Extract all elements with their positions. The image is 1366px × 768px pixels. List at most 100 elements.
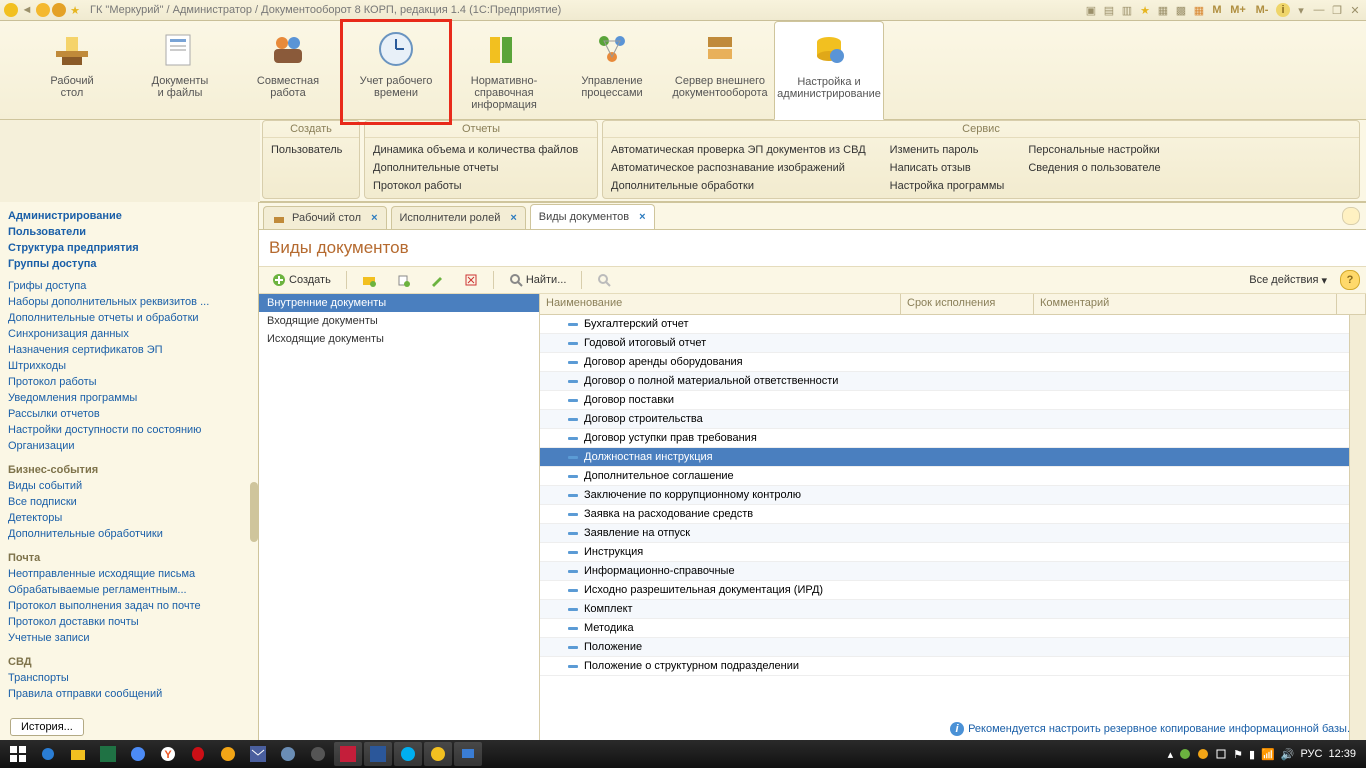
backup-info-bar[interactable]: i Рекомендуется настроить резервное копи… xyxy=(950,722,1350,736)
nav-svd-0[interactable]: Транспорты xyxy=(4,670,254,686)
task-mail[interactable] xyxy=(244,742,272,766)
grid-row[interactable]: Договор строительства xyxy=(540,410,1366,429)
toolbar-icon-2[interactable]: ▤ xyxy=(1102,3,1116,17)
nav-mail-4[interactable]: Учетные записи xyxy=(4,630,254,646)
section-documents[interactable]: Документы и файлы xyxy=(126,21,234,119)
tray-clock[interactable]: 12:39 xyxy=(1328,748,1356,760)
nav-scrollbar-thumb[interactable] xyxy=(250,482,258,542)
section-reference-info[interactable]: Нормативно-справочная информация xyxy=(450,21,558,119)
create-button[interactable]: Создать xyxy=(265,270,338,290)
m-minus-button[interactable]: M- xyxy=(1252,3,1272,17)
nav-item-1[interactable]: Наборы дополнительных реквизитов ... xyxy=(4,294,254,310)
grid-col-deadline[interactable]: Срок исполнения xyxy=(901,294,1034,314)
section-process-management[interactable]: Управление процессами xyxy=(558,21,666,119)
toolbar-icon-4[interactable]: ▦ xyxy=(1156,3,1170,17)
tree-row-2[interactable]: Исходящие документы xyxy=(259,330,539,348)
tray-lang[interactable]: РУС xyxy=(1300,748,1322,760)
section-desktop[interactable]: Рабочий стол xyxy=(18,21,126,119)
grid-row[interactable]: Комплект xyxy=(540,600,1366,619)
m-button[interactable]: M xyxy=(1210,3,1224,17)
tree-row-0[interactable]: Внутренние документы xyxy=(259,294,539,312)
tab-roles[interactable]: Исполнители ролей × xyxy=(391,206,526,229)
section-time-tracking[interactable]: Учет рабочего времени xyxy=(342,21,450,119)
grid-row[interactable]: Договор уступки прав требования xyxy=(540,429,1366,448)
nav-item-7[interactable]: Уведомления программы xyxy=(4,390,254,406)
grid-row[interactable]: Исходно разрешительная документация (ИРД… xyxy=(540,581,1366,600)
ribbon-svc-passwd[interactable]: Изменить пароль xyxy=(890,142,1005,158)
nav-mail-2[interactable]: Протокол выполнения задач по почте xyxy=(4,598,254,614)
nav-item-5[interactable]: Штрихкоды xyxy=(4,358,254,374)
task-opera[interactable] xyxy=(184,742,212,766)
section-administration[interactable]: Настройка и администрирование xyxy=(774,21,884,120)
nav-bold-0[interactable]: Администрирование xyxy=(4,208,254,224)
ribbon-report-protocol[interactable]: Протокол работы xyxy=(373,178,578,194)
help-button[interactable]: ? xyxy=(1340,270,1360,290)
nav-bold-1[interactable]: Пользователи xyxy=(4,224,254,240)
task-app3[interactable] xyxy=(334,742,362,766)
grid-col-name[interactable]: Наименование xyxy=(540,294,901,314)
tray-battery-icon[interactable]: ▮ xyxy=(1249,748,1255,761)
close-button[interactable]: ✕ xyxy=(1348,3,1362,17)
dropdown-icon[interactable]: ▾ xyxy=(1294,3,1308,17)
nav-mail-3[interactable]: Протокол доставки почты xyxy=(4,614,254,630)
ribbon-report-dynamics[interactable]: Динамика объема и количества файлов xyxy=(373,142,578,158)
back-icon[interactable]: ◄ xyxy=(20,3,34,17)
grid-row[interactable]: Заявка на расходование средств xyxy=(540,505,1366,524)
ribbon-report-additional[interactable]: Дополнительные отчеты xyxy=(373,160,578,176)
grid-row[interactable]: Методика xyxy=(540,619,1366,638)
tray-cloud-icon[interactable] xyxy=(1197,748,1209,760)
history-button[interactable]: История... xyxy=(10,718,84,736)
nav-mail-0[interactable]: Неотправленные исходящие письма xyxy=(4,566,254,582)
grid-row[interactable]: Бухгалтерский отчет xyxy=(540,315,1366,334)
section-external-server[interactable]: Сервер внешнего документооборота xyxy=(666,21,774,119)
grid-row[interactable]: Договор о полной материальной ответствен… xyxy=(540,372,1366,391)
task-ie[interactable] xyxy=(34,742,62,766)
grid-row[interactable]: Заключение по коррупционному контролю xyxy=(540,486,1366,505)
task-word[interactable] xyxy=(364,742,392,766)
ribbon-svc-settings[interactable]: Настройка программы xyxy=(890,178,1005,194)
calendar-icon[interactable]: ▦ xyxy=(1192,3,1206,17)
tabs-dropdown-icon[interactable] xyxy=(1342,207,1360,225)
tab-doc-types-close[interactable]: × xyxy=(639,211,645,223)
grid-row[interactable]: Положение xyxy=(540,638,1366,657)
nav-mail-1[interactable]: Обрабатываемые регламентным... xyxy=(4,582,254,598)
nav-item-10[interactable]: Организации xyxy=(4,438,254,454)
ribbon-svc-autosig[interactable]: Автоматическая проверка ЭП документов из… xyxy=(611,142,866,158)
grid-row[interactable]: Договор поставки xyxy=(540,391,1366,410)
m-plus-button[interactable]: M+ xyxy=(1228,3,1248,17)
grid-row[interactable]: Годовой итоговый отчет xyxy=(540,334,1366,353)
grid-row[interactable]: Договор аренды оборудования xyxy=(540,353,1366,372)
task-chrome[interactable] xyxy=(124,742,152,766)
nav-biz-2[interactable]: Детекторы xyxy=(4,510,254,526)
task-skype[interactable] xyxy=(394,742,422,766)
maximize-button[interactable]: ❐ xyxy=(1330,3,1344,17)
tray-up-icon[interactable]: ▴ xyxy=(1168,748,1174,761)
tab-roles-close[interactable]: × xyxy=(510,212,516,224)
tray-wifi-icon[interactable]: 📶 xyxy=(1261,748,1275,761)
nav-biz-1[interactable]: Все подписки xyxy=(4,494,254,510)
task-yandex[interactable]: Y xyxy=(154,742,182,766)
task-amigo[interactable] xyxy=(214,742,242,766)
folder-add-button[interactable] xyxy=(355,270,383,290)
nav-item-0[interactable]: Грифы доступа xyxy=(4,278,254,294)
tray-shield-icon[interactable] xyxy=(1179,748,1191,760)
start-button[interactable] xyxy=(4,742,32,766)
favorite-icon[interactable]: ★ xyxy=(1138,3,1152,17)
grid-row[interactable]: Должностная инструкция xyxy=(540,448,1366,467)
info-icon[interactable]: i xyxy=(1276,3,1290,17)
star-icon[interactable]: ★ xyxy=(68,3,82,17)
task-explorer[interactable] xyxy=(64,742,92,766)
nav-item-4[interactable]: Назначения сертификатов ЭП xyxy=(4,342,254,358)
dot2-icon[interactable] xyxy=(52,3,66,17)
tab-desktop[interactable]: Рабочий стол × xyxy=(263,206,387,229)
ribbon-svc-feedback[interactable]: Написать отзыв xyxy=(890,160,1005,176)
grid-row[interactable]: Информационно-справочные xyxy=(540,562,1366,581)
nav-item-8[interactable]: Рассылки отчетов xyxy=(4,406,254,422)
ribbon-svc-personal[interactable]: Персональные настройки xyxy=(1028,142,1160,158)
nav-biz-3[interactable]: Дополнительные обработчики xyxy=(4,526,254,542)
ribbon-svc-processing[interactable]: Дополнительные обработки xyxy=(611,178,866,194)
clear-filter-button[interactable] xyxy=(590,270,618,290)
dot1-icon[interactable] xyxy=(36,3,50,17)
grid-row[interactable]: Заявление на отпуск xyxy=(540,524,1366,543)
section-collaboration[interactable]: Совместная работа xyxy=(234,21,342,119)
